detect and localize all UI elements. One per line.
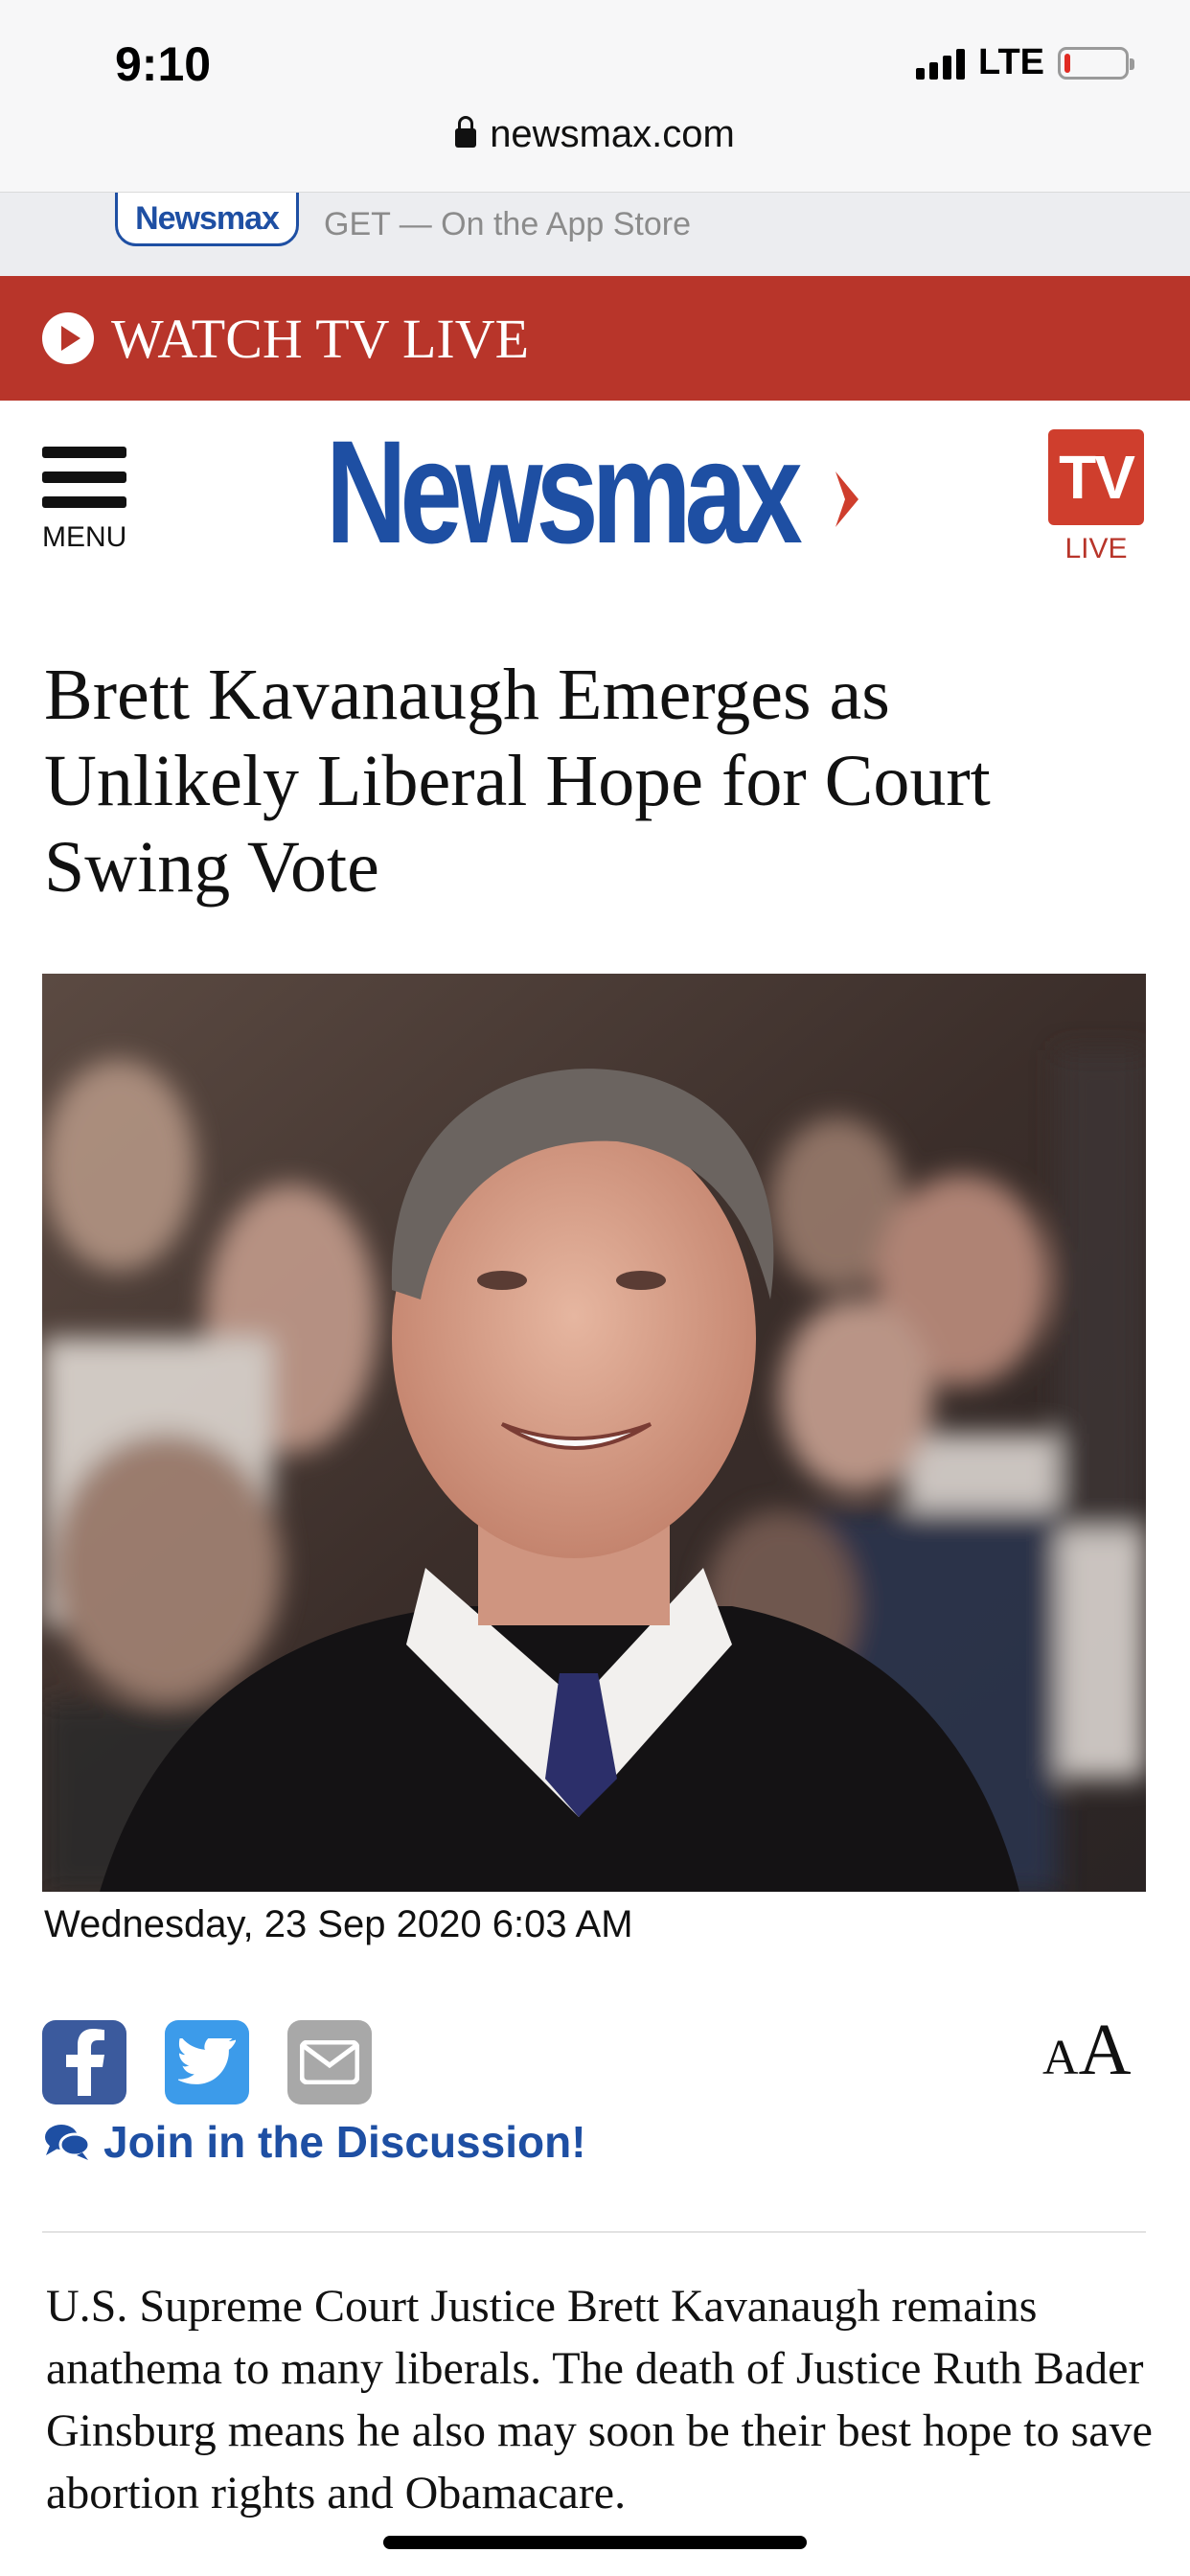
app-store-banner[interactable]: Newsmax GET — On the App Store (0, 192, 1190, 276)
url-bar[interactable]: newsmax.com (0, 113, 1190, 156)
battery-icon (1058, 46, 1134, 80)
menu-label: MENU (42, 521, 127, 553)
font-size-small-label: A (1042, 2031, 1079, 2085)
signal-icon (916, 47, 966, 80)
status-indicators: LTE (916, 42, 1134, 83)
font-size-large-label: A (1078, 2010, 1132, 2090)
tv-live-label: LIVE (1064, 533, 1128, 564)
twitter-share-button[interactable] (165, 2020, 249, 2104)
lock-icon (455, 116, 477, 148)
email-icon (300, 2040, 359, 2084)
browser-chrome: 9:10 LTE newsmax.com (0, 0, 1190, 192)
app-icon-label: Newsmax (135, 200, 280, 237)
article-date: Wednesday, 23 Sep 2020 6:03 AM (44, 1903, 633, 1945)
share-buttons (42, 2020, 372, 2104)
tv-live-button[interactable]: TV LIVE (1048, 429, 1144, 565)
menu-button[interactable]: MENU (42, 447, 128, 554)
url-text: newsmax.com (490, 113, 735, 155)
app-icon[interactable]: Newsmax (115, 193, 299, 246)
section-divider (42, 2231, 1146, 2233)
hamburger-icon (42, 447, 126, 458)
facebook-icon (66, 2029, 104, 2096)
logo-flag-mark-icon (835, 472, 858, 527)
comments-icon (45, 2125, 90, 2160)
play-icon (42, 312, 94, 364)
facebook-share-button[interactable] (42, 2020, 126, 2104)
join-discussion-label: Join in the Discussion! (103, 2117, 586, 2167)
article-body: U.S. Supreme Court Justice Brett Kavanau… (46, 2281, 1153, 2518)
tv-icon: TV (1048, 429, 1144, 525)
join-discussion-link[interactable]: Join in the Discussion! (44, 2116, 586, 2168)
watch-tv-live-bar[interactable]: WATCH TV LIVE (0, 276, 1190, 401)
email-share-button[interactable] (287, 2020, 372, 2104)
app-store-cta[interactable]: GET — On the App Store (324, 206, 691, 243)
article-headline: Brett Kavanaugh Emerges as Unlikely Libe… (44, 655, 991, 908)
newsmax-logo[interactable]: Newsmax (326, 419, 862, 565)
logo-text: Newsmax (326, 409, 803, 574)
watch-tv-live-label: WATCH TV LIVE (111, 307, 530, 370)
status-time: 9:10 (115, 37, 212, 91)
network-type: LTE (978, 42, 1044, 82)
font-size-toggle[interactable]: AA (1042, 2009, 1131, 2092)
site-header: MENU Newsmax TV LIVE (0, 401, 1190, 592)
home-indicator[interactable] (383, 2536, 807, 2549)
article-photo (42, 974, 1146, 1892)
twitter-icon (178, 2038, 236, 2084)
photo-illustration (42, 974, 1146, 1892)
